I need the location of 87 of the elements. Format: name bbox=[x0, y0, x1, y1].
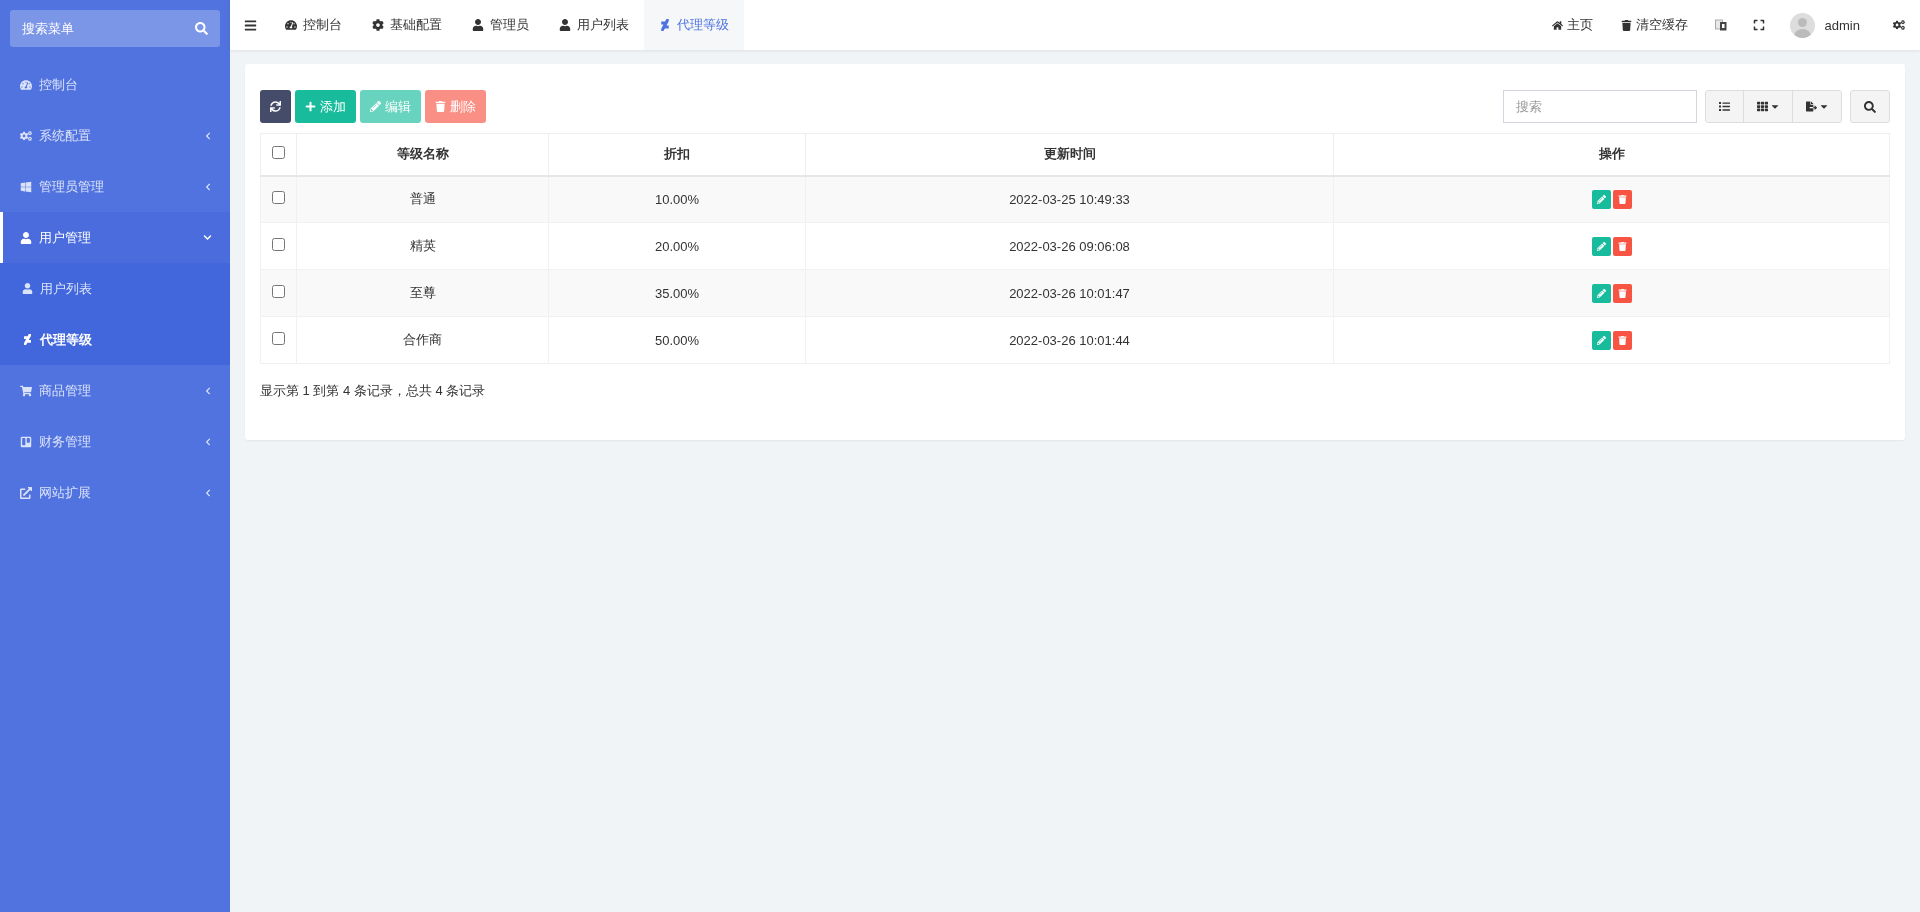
search-button[interactable] bbox=[1850, 90, 1890, 123]
row-checkbox[interactable] bbox=[272, 238, 285, 251]
pagination-info: 显示第 1 到第 4 条记录，总共 4 条记录 bbox=[260, 382, 487, 400]
table-cell: 35.00% bbox=[548, 269, 806, 317]
column-header: 等级名称 bbox=[296, 133, 549, 176]
search-icon bbox=[1864, 100, 1876, 113]
windows-icon bbox=[20, 180, 32, 193]
row-delete-button[interactable] bbox=[1612, 283, 1632, 303]
table-cell: 20.00% bbox=[548, 222, 806, 270]
table-cell: 10.00% bbox=[548, 175, 806, 223]
column-header: 更新时间 bbox=[805, 133, 1334, 176]
list-icon bbox=[1719, 101, 1730, 112]
cart-icon bbox=[20, 384, 32, 397]
tab[interactable]: 基础配置 bbox=[357, 0, 457, 50]
trash-icon bbox=[1617, 241, 1627, 251]
dashboard-icon bbox=[285, 19, 297, 31]
trash-icon bbox=[435, 101, 446, 112]
gears-icon bbox=[20, 129, 32, 142]
user-name[interactable]: admin bbox=[1824, 17, 1860, 33]
translate-icon[interactable] bbox=[1714, 19, 1727, 31]
table-cell: 合作商 bbox=[296, 316, 549, 364]
export-icon bbox=[1806, 101, 1817, 112]
sidebar-item[interactable]: 控制台 bbox=[0, 59, 230, 110]
external-link-icon bbox=[20, 486, 32, 499]
pencil-icon bbox=[1596, 194, 1606, 204]
gear-icon bbox=[372, 19, 384, 31]
trash-icon bbox=[1617, 335, 1627, 345]
trash-icon bbox=[1617, 194, 1627, 204]
refresh-icon bbox=[270, 101, 281, 112]
table-cell: 2022-03-26 09:06:08 bbox=[805, 222, 1334, 270]
table-cell: 精英 bbox=[296, 222, 549, 270]
trash-icon bbox=[1620, 19, 1632, 31]
row-checkbox[interactable] bbox=[272, 285, 285, 298]
sidebar-item[interactable]: 商品管理 bbox=[0, 365, 230, 416]
table-cell: 普通 bbox=[296, 175, 549, 223]
table-cell: 2022-03-26 10:01:44 bbox=[805, 316, 1334, 364]
clear-cache-link[interactable]: 清空缓存 bbox=[1606, 16, 1702, 34]
row-checkbox[interactable] bbox=[272, 191, 285, 205]
row-edit-button[interactable] bbox=[1591, 283, 1611, 303]
row-delete-button[interactable] bbox=[1612, 330, 1632, 350]
user-icon bbox=[559, 19, 571, 31]
grid-icon bbox=[1757, 101, 1768, 112]
tab[interactable]: 管理员 bbox=[457, 0, 544, 50]
pencil-icon bbox=[1596, 241, 1606, 251]
board-icon bbox=[20, 435, 32, 448]
column-header: 操作 bbox=[1333, 133, 1890, 176]
add-button[interactable]: 添加 bbox=[295, 90, 356, 123]
sidebar-subitem[interactable]: 用户列表 bbox=[0, 263, 230, 314]
sidebar-item[interactable]: 网站扩展 bbox=[0, 467, 230, 518]
trash-icon bbox=[1617, 288, 1627, 298]
table-cell: 2022-03-26 10:01:47 bbox=[805, 269, 1334, 317]
dashboard-icon bbox=[20, 78, 32, 91]
home-icon bbox=[1551, 19, 1563, 31]
row-checkbox[interactable] bbox=[272, 332, 285, 345]
user-icon bbox=[22, 283, 33, 294]
sidebar-item[interactable]: 用户管理 bbox=[0, 212, 230, 263]
tab[interactable]: 控制台 bbox=[270, 0, 357, 50]
sidebar-item[interactable]: 财务管理 bbox=[0, 416, 230, 467]
home-link[interactable]: 主页 bbox=[1537, 16, 1607, 34]
plus-icon bbox=[305, 101, 316, 112]
row-edit-button[interactable] bbox=[1591, 236, 1611, 256]
pencil-icon bbox=[370, 101, 381, 112]
tab[interactable]: 代理等级 bbox=[644, 0, 744, 50]
sidebar-item[interactable]: 管理员管理 bbox=[0, 161, 230, 212]
sidebar-item[interactable]: 系统配置 bbox=[0, 110, 230, 161]
fullscreen-icon[interactable] bbox=[1752, 19, 1765, 31]
menu-icon[interactable] bbox=[243, 18, 257, 32]
toggle-view-button[interactable] bbox=[1706, 91, 1744, 122]
row-edit-button[interactable] bbox=[1591, 330, 1611, 350]
tab[interactable]: 用户列表 bbox=[544, 0, 644, 50]
refresh-button[interactable] bbox=[260, 90, 291, 123]
row-delete-button[interactable] bbox=[1612, 236, 1632, 256]
table-cell: 2022-03-25 10:49:33 bbox=[805, 175, 1334, 223]
search-field[interactable]: 搜索 bbox=[1503, 90, 1697, 123]
sidebar-subitem[interactable]: 代理等级 bbox=[0, 314, 230, 365]
table-cell: 50.00% bbox=[548, 316, 806, 364]
row-edit-button[interactable] bbox=[1591, 189, 1611, 209]
settings-icon[interactable] bbox=[1893, 19, 1905, 31]
pencil-icon bbox=[1596, 335, 1606, 345]
row-delete-button[interactable] bbox=[1612, 189, 1632, 209]
user-icon bbox=[472, 19, 484, 31]
table-cell: 至尊 bbox=[296, 269, 549, 317]
column-header: 折扣 bbox=[548, 133, 806, 176]
user-icon bbox=[20, 231, 32, 244]
select-all-checkbox[interactable] bbox=[272, 146, 285, 160]
search-icon bbox=[195, 22, 208, 35]
pencil-icon bbox=[1596, 288, 1606, 298]
